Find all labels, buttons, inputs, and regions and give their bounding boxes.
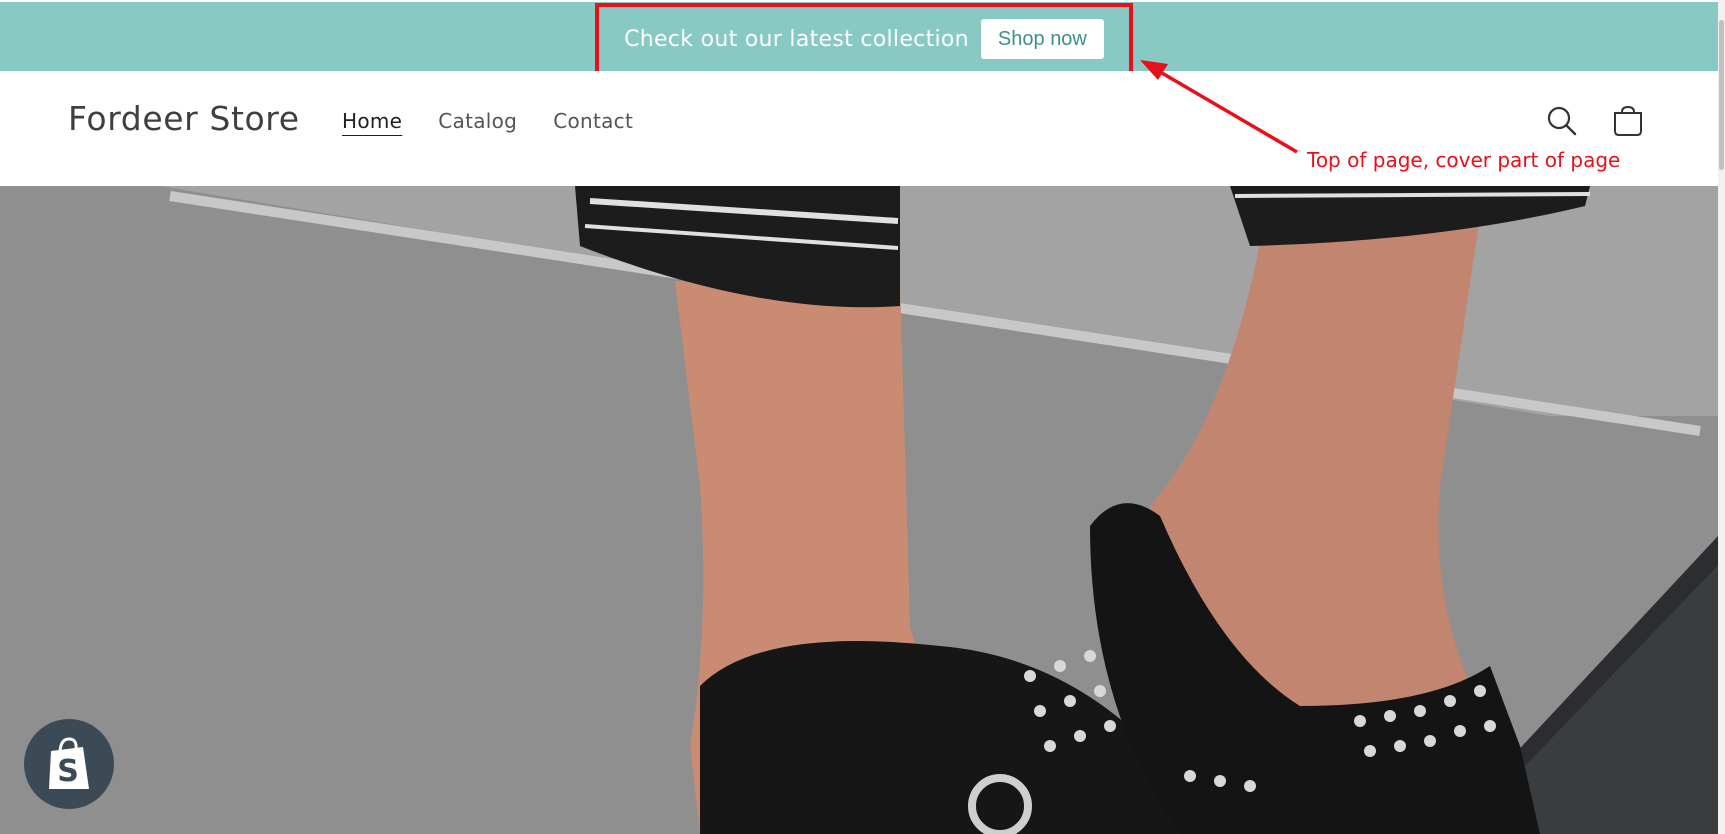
shopify-badge[interactable]: S xyxy=(24,719,114,809)
nav-home[interactable]: Home xyxy=(342,109,402,133)
search-button[interactable] xyxy=(1539,98,1585,144)
main-nav: Home Catalog Contact xyxy=(342,109,633,133)
search-icon xyxy=(1547,106,1577,136)
nav-catalog[interactable]: Catalog xyxy=(438,109,517,133)
shopify-bag-icon: S xyxy=(49,737,89,789)
nav-contact[interactable]: Contact xyxy=(553,109,633,133)
store-logo[interactable]: Fordeer Store xyxy=(68,99,300,138)
hero-photo-shoes xyxy=(0,186,1718,834)
scrollbar-thumb[interactable] xyxy=(1719,20,1724,170)
annotation-label: Top of page, cover part of page xyxy=(1307,148,1621,172)
cart-button[interactable] xyxy=(1605,98,1651,144)
cart-icon xyxy=(1614,105,1642,136)
announcement-text: Check out our latest collection xyxy=(624,26,969,52)
announcement-highlight-box: Check out our latest collection Shop now xyxy=(595,3,1133,75)
svg-text:S: S xyxy=(57,754,79,789)
shop-now-button[interactable]: Shop now xyxy=(980,19,1104,59)
hero-image xyxy=(0,186,1718,834)
